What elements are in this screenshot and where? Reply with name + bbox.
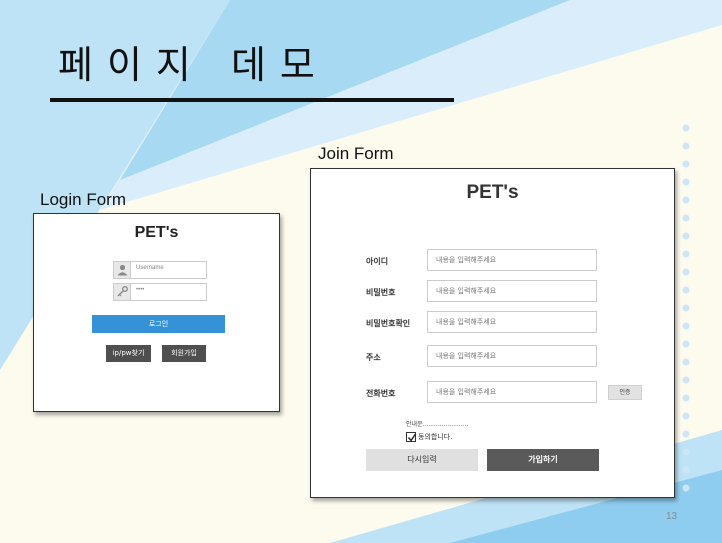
- agree-checkbox-row[interactable]: 동의합니다.: [406, 432, 452, 442]
- login-button[interactable]: 로그인: [92, 315, 225, 333]
- find-id-pw-button[interactable]: ip/pw찾기: [106, 345, 151, 362]
- page-number: 13: [666, 511, 678, 522]
- phone-label: 전화번호: [366, 389, 396, 398]
- login-brand-title: PET's: [134, 224, 179, 241]
- signup-button[interactable]: 회원가입: [162, 345, 206, 362]
- password-confirm-label: 비밀번호확인: [366, 319, 411, 328]
- password-value: ••••: [136, 287, 145, 293]
- join-password-input[interactable]: 내용을 입력해주세요: [427, 280, 597, 302]
- address-label: 주소: [366, 353, 381, 362]
- verify-button[interactable]: 인증: [608, 385, 642, 400]
- username-input[interactable]: Username: [113, 261, 207, 279]
- agree-checkbox[interactable]: [406, 432, 417, 442]
- id-label: 아이디: [366, 257, 389, 266]
- slide: 페이지 데모 Login Form Join Form PET's Userna…: [0, 0, 722, 543]
- join-submit-button[interactable]: 가입하기: [487, 449, 599, 471]
- password-label: 비밀번호: [366, 288, 396, 297]
- notice-text: 안내문........................: [406, 421, 469, 428]
- agree-label: 동의합니다.: [418, 433, 453, 441]
- address-input[interactable]: 내용을 입력해주세요: [427, 345, 597, 367]
- join-section-label: Join Form: [318, 144, 394, 163]
- checkmark-icon: [407, 433, 417, 442]
- login-section-label: Login Form: [40, 190, 126, 209]
- key-icon: [114, 284, 131, 300]
- password-confirm-input[interactable]: 내용을 입력해주세요: [427, 311, 597, 333]
- login-form-panel: PET's Username •••• 로그인 ip/pw찾기 회원가입: [33, 213, 280, 412]
- reset-button[interactable]: 다시입력: [366, 449, 478, 471]
- join-form-panel: PET's 아이디 내용을 입력해주세요 비밀번호 내용을 입력해주세요 비밀번…: [310, 168, 675, 498]
- username-value: Username: [136, 265, 164, 271]
- phone-input[interactable]: 내용을 입력해주세요: [427, 381, 597, 403]
- user-icon: [114, 262, 131, 278]
- title-underline: [50, 98, 454, 102]
- password-input[interactable]: ••••: [113, 283, 207, 301]
- id-input[interactable]: 내용을 입력해주세요: [427, 249, 597, 271]
- slide-title: 페이지 데모: [58, 43, 329, 87]
- join-brand-title: PET's: [466, 182, 519, 203]
